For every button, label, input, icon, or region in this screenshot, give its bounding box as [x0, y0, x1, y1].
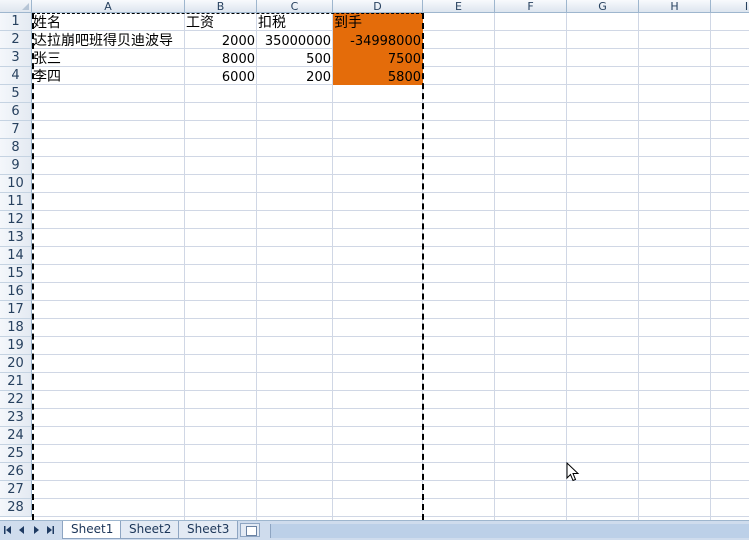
gridline: [32, 282, 749, 283]
cell-c2[interactable]: 35000000: [257, 32, 333, 50]
cell-c4[interactable]: 200: [257, 68, 333, 86]
cell-c1[interactable]: 扣税: [257, 14, 333, 32]
row-header-27[interactable]: 27: [0, 481, 32, 499]
gridline: [32, 210, 749, 211]
gridline: [32, 354, 749, 355]
last-sheet-icon[interactable]: [45, 524, 55, 536]
row-header-9[interactable]: 9: [0, 157, 32, 175]
prev-sheet-icon[interactable]: [17, 524, 27, 536]
gridline: [332, 13, 333, 520]
gridline: [32, 390, 749, 391]
row-header-25[interactable]: 25: [0, 445, 32, 463]
gridline: [638, 13, 639, 520]
row-header-21[interactable]: 21: [0, 373, 32, 391]
cell-a2[interactable]: 达拉崩吧班得贝迪波导: [32, 32, 192, 50]
gridline: [32, 408, 749, 409]
column-header-d[interactable]: D: [333, 0, 423, 13]
cell-b2[interactable]: 2000: [185, 32, 257, 50]
gridline: [32, 138, 749, 139]
row-header-13[interactable]: 13: [0, 229, 32, 247]
row-header-8[interactable]: 8: [0, 139, 32, 157]
row-header-16[interactable]: 16: [0, 283, 32, 301]
row-header-2[interactable]: 2: [0, 31, 32, 49]
row-header-18[interactable]: 18: [0, 319, 32, 337]
column-header-e[interactable]: E: [423, 0, 495, 13]
column-header-f[interactable]: F: [495, 0, 567, 13]
next-sheet-icon[interactable]: [31, 524, 41, 536]
gridline: [32, 372, 749, 373]
row-header-15[interactable]: 15: [0, 265, 32, 283]
row-header-1[interactable]: 1: [0, 13, 32, 31]
row-header-20[interactable]: 20: [0, 355, 32, 373]
row-header-10[interactable]: 10: [0, 175, 32, 193]
gridline: [32, 426, 749, 427]
row-header-23[interactable]: 23: [0, 409, 32, 427]
gridline: [566, 13, 567, 520]
gridline: [32, 498, 749, 499]
gridline: [32, 120, 749, 121]
cell-b1[interactable]: 工资: [185, 14, 257, 32]
gridline: [422, 13, 423, 520]
gridline: [32, 174, 749, 175]
gridline: [32, 336, 749, 337]
row-header-26[interactable]: 26: [0, 463, 32, 481]
row-header-19[interactable]: 19: [0, 337, 32, 355]
spreadsheet-grid[interactable]: A B C D E F G H I 1 2 3 4 5 6 7 8 9 10 11 12 13 14 15 1…: [0, 0, 749, 520]
insert-sheet-button[interactable]: [240, 523, 260, 537]
column-header-b[interactable]: B: [185, 0, 257, 13]
gridline: [32, 516, 749, 517]
row-header-24[interactable]: 24: [0, 427, 32, 445]
column-header-c[interactable]: C: [257, 0, 333, 13]
sheet-tab-3[interactable]: Sheet3: [178, 521, 239, 539]
horizontal-scrollbar[interactable]: [270, 524, 749, 538]
column-header-i[interactable]: I: [711, 0, 749, 13]
gridline: [32, 462, 749, 463]
gridline: [32, 300, 749, 301]
gridline: [32, 156, 749, 157]
cell-a3[interactable]: 张三: [32, 50, 185, 68]
gridline: [32, 264, 749, 265]
column-header-g[interactable]: G: [567, 0, 639, 13]
column-header-a[interactable]: A: [32, 0, 185, 13]
cell-d1[interactable]: 到手: [333, 14, 423, 32]
cell-d3[interactable]: 7500: [333, 50, 423, 68]
row-header-4[interactable]: 4: [0, 67, 32, 85]
gridline: [32, 444, 749, 445]
cell-b4[interactable]: 6000: [185, 68, 257, 86]
cell-d4[interactable]: 5800: [333, 68, 423, 86]
gridline: [32, 102, 749, 103]
cell-a1[interactable]: 姓名: [32, 14, 185, 32]
gridline: [256, 13, 257, 520]
column-header-h[interactable]: H: [639, 0, 711, 13]
gridline: [32, 192, 749, 193]
first-sheet-icon[interactable]: [3, 524, 13, 536]
gridline: [494, 13, 495, 520]
row-header-12[interactable]: 12: [0, 211, 32, 229]
mouse-pointer-icon: [566, 462, 580, 482]
new-sheet-icon: [246, 526, 257, 536]
gridline: [32, 480, 749, 481]
sheet-tab-1[interactable]: Sheet1: [62, 521, 123, 539]
row-header-6[interactable]: 6: [0, 103, 32, 121]
row-header-7[interactable]: 7: [0, 121, 32, 139]
sheet-tab-2[interactable]: Sheet2: [120, 521, 181, 539]
gridline: [710, 13, 711, 520]
row-header-17[interactable]: 17: [0, 301, 32, 319]
row-header-22[interactable]: 22: [0, 391, 32, 409]
gridline: [32, 228, 749, 229]
gridline: [184, 13, 185, 520]
row-header-11[interactable]: 11: [0, 193, 32, 211]
row-header-14[interactable]: 14: [0, 247, 32, 265]
cell-b3[interactable]: 8000: [185, 50, 257, 68]
select-all-button[interactable]: [0, 0, 32, 13]
cell-d2[interactable]: -34998000: [333, 32, 423, 50]
cell-c3[interactable]: 500: [257, 50, 333, 68]
row-header-28[interactable]: 28: [0, 499, 32, 517]
row-header-5[interactable]: 5: [0, 85, 32, 103]
gridline: [32, 318, 749, 319]
row-header-3[interactable]: 3: [0, 49, 32, 67]
sheet-tab-bar: Sheet1 Sheet2 Sheet3: [0, 520, 749, 540]
cell-a4[interactable]: 李四: [32, 68, 185, 86]
gridline: [32, 246, 749, 247]
